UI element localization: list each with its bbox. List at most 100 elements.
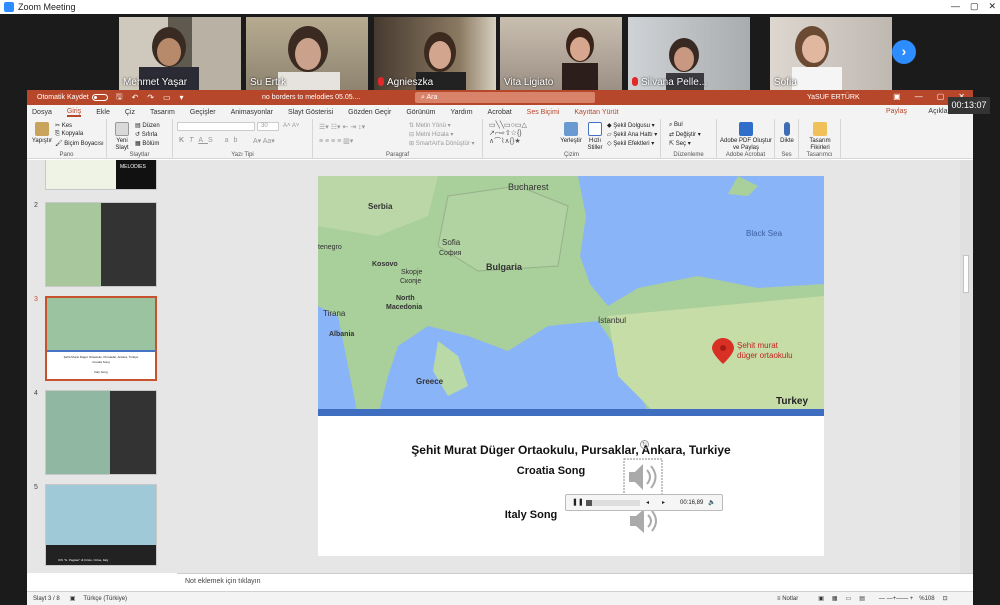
format-painter-button[interactable]: 🖌 Biçim Boyacısı (55, 140, 104, 147)
rewind-icon[interactable]: ◂ (646, 499, 649, 506)
user-name[interactable]: YaSUF ERTÜRK (807, 94, 860, 101)
slide-title[interactable]: Şehit Murat Düger Ortaokulu, Pursaklar, … (318, 443, 824, 457)
slide-thumbnail-1[interactable]: MELODIES (45, 160, 157, 190)
tab-çiz[interactable]: Çiz (125, 109, 135, 116)
video-tile-sofia[interactable]: Sofia (770, 17, 892, 90)
view-buttons[interactable]: ▣▦▭▤ (818, 595, 873, 602)
current-slide[interactable]: Bucharest Serbia Black Sea tenegro Sofia… (318, 176, 824, 556)
paste-button[interactable]: Yapıştır (31, 122, 53, 145)
zoom-level[interactable]: %108 (919, 596, 934, 602)
font-style-buttons[interactable]: KTAS ab (179, 137, 242, 144)
next-page-button[interactable]: › (892, 40, 916, 64)
slide-thumbnail-4[interactable] (45, 390, 157, 475)
slide-thumbnail-5[interactable]: ICS "G. Pagiato" di Crisio, Cirisa, Ital… (45, 484, 157, 566)
present-icon[interactable]: ▭ (163, 93, 171, 102)
forward-icon[interactable]: ▸ (662, 499, 665, 506)
thumbnails-scrollbar[interactable] (166, 160, 172, 573)
shape-fill-button[interactable]: ◆ Şekil Dolgusu ▾ (607, 122, 655, 129)
font-color-button[interactable]: A▾ Aa▾ (253, 137, 275, 145)
tab-tasarım[interactable]: Tasarım (150, 109, 175, 116)
text-direction-button[interactable]: ⇅ Metin Yönü ▾ (409, 122, 451, 129)
fit-slide-icon[interactable]: ⊡ (943, 595, 948, 602)
reset-button[interactable]: ↺ Sıfırla (135, 131, 157, 138)
font-size-icons[interactable]: A˄ A˅ (283, 123, 299, 129)
list-buttons[interactable]: ☰▾ ☷▾ ⇤ ⇥ ↕▾ (319, 123, 365, 131)
smartart-button[interactable]: ⊞ SmartArt'a Dönüştür ▾ (409, 140, 475, 147)
notes-toggle[interactable]: ≡ Notlar (777, 596, 798, 602)
shape-outline-button[interactable]: ▱ Şekil Ana Hattı ▾ (607, 131, 657, 138)
customize-icon[interactable]: ▾ (180, 93, 184, 102)
dictate-button[interactable]: Dikte (777, 122, 797, 145)
tab-kayıttan-yürüt[interactable]: Kayıttan Yürüt (574, 109, 618, 116)
minimize-icon[interactable]: — (915, 92, 923, 101)
slide-number: 3 (34, 296, 38, 303)
notes-pane[interactable]: Not eklemek için tıklayın (177, 573, 973, 591)
font-family-select[interactable] (177, 122, 255, 131)
editing-group: ⌕ Bul ⇄ Değiştir ▾ ⇱ Seç ▾ Düzenleme (661, 119, 717, 159)
video-tile-vita[interactable]: Vita Ligiato (500, 17, 622, 90)
tab-görünüm[interactable]: Görünüm (406, 109, 435, 116)
pause-icon[interactable]: ❚❚ (572, 498, 584, 506)
scrollbar-thumb[interactable] (963, 255, 969, 293)
minimize-icon[interactable]: — (951, 1, 960, 12)
slide-thumbnail-3-selected[interactable]: Şehit Murat Düger Ortaokulu, Pursaklar, … (45, 296, 157, 381)
search-box[interactable]: ⌕ Ara (415, 92, 595, 103)
tab-geçişler[interactable]: Geçişler (190, 109, 216, 116)
new-slide-button[interactable]: Yeni Slayt (111, 122, 133, 152)
redo-icon[interactable]: ↷ (147, 93, 154, 102)
tab-animasyonlar[interactable]: Animasyonlar (231, 109, 273, 116)
adobe-pdf-button[interactable]: Adobe PDF Oluştur ve Paylaş (719, 122, 773, 152)
maximize-icon[interactable]: ▢ (970, 1, 979, 12)
undo-icon[interactable]: ↶ (132, 93, 139, 102)
video-tile-silvana[interactable]: Silvana Pelle... (628, 17, 750, 90)
shapes-gallery[interactable]: ▭╲╲▭○▭△ ↗⌐⇨⇧☆{} ∧⌒⌇∧{}★ (489, 122, 527, 146)
song-label-croatia[interactable]: Croatia Song (298, 465, 804, 477)
save-icon[interactable]: 🖫 (116, 91, 123, 105)
map-label-greece: Greece (416, 377, 444, 386)
replace-button[interactable]: ⇄ Değiştir ▾ (669, 131, 701, 138)
ribbon-display-icon[interactable]: ▣ (893, 92, 901, 101)
autosave-toggle[interactable] (91, 94, 108, 101)
find-button[interactable]: ⌕ Bul (669, 122, 683, 129)
tab-slayt-gösterisi[interactable]: Slayt Gösterisi (288, 109, 333, 116)
status-language[interactable]: Türkçe (Türkiye) (83, 596, 127, 602)
cut-button[interactable]: ✂ Kes (55, 122, 72, 129)
group-label: Tasarımcı (806, 152, 833, 158)
slide-thumbnail-2[interactable] (45, 202, 157, 287)
zoom-slider[interactable]: — —+—— + (879, 596, 913, 602)
layout-button[interactable]: ▤ Düzen (135, 122, 160, 129)
close-icon[interactable]: ✕ (988, 1, 996, 12)
tab-ekle[interactable]: Ekle (96, 109, 110, 116)
align-text-button[interactable]: ⊟ Metni Hizala ▾ (409, 131, 453, 138)
select-button[interactable]: ⇱ Seç ▾ (669, 140, 691, 147)
audio-progress-bar[interactable] (586, 500, 640, 506)
meeting-timer: 00:13:07 (948, 97, 990, 114)
video-tile-agnieszka[interactable]: Agnieszka (374, 17, 496, 90)
tab-gözden-geçir[interactable]: Gözden Geçir (348, 109, 391, 116)
font-size-select[interactable]: 30 (257, 122, 279, 131)
speaker-icon[interactable] (623, 458, 663, 496)
thumb-map (46, 203, 101, 286)
tab-giriş[interactable]: Giriş (66, 108, 82, 117)
quick-styles-button[interactable]: Hızlı Stiller (583, 122, 607, 152)
align-buttons[interactable]: ≡ ≡ ≡ ≡ ▥▾ (319, 137, 353, 145)
editor-scrollbar[interactable] (960, 160, 973, 573)
tab-yardım[interactable]: Yardım (451, 109, 473, 116)
spellcheck-icon[interactable]: ▣ (70, 595, 76, 602)
design-ideas-button[interactable]: Tasarım Fikirleri (801, 122, 839, 152)
video-tile-mehmet[interactable]: Mehmet Yaşar (119, 17, 241, 90)
arrange-button[interactable]: Yerleştir (559, 122, 583, 145)
tab-ses-biçimi[interactable]: Ses Biçimi (527, 109, 560, 116)
video-tile-su[interactable]: Su Ertrk (246, 17, 368, 90)
volume-icon[interactable]: 🔈 (708, 499, 715, 506)
section-button[interactable]: ▦ Bölüm (135, 140, 159, 147)
shape-effects-button[interactable]: ◇ Şekil Efektleri ▾ (607, 140, 654, 147)
tab-dosya[interactable]: Dosya (32, 109, 52, 116)
share-button[interactable]: Paylaş (886, 108, 907, 115)
group-label: Adobe Acrobat (725, 152, 766, 158)
copy-button[interactable]: ⎘ Kopyala (55, 131, 83, 138)
tab-acrobat[interactable]: Acrobat (488, 109, 512, 116)
group-label: Ses (781, 152, 792, 158)
rotate-handle-icon[interactable]: ↻ (640, 440, 649, 449)
maximize-icon[interactable]: ▢ (937, 92, 945, 101)
